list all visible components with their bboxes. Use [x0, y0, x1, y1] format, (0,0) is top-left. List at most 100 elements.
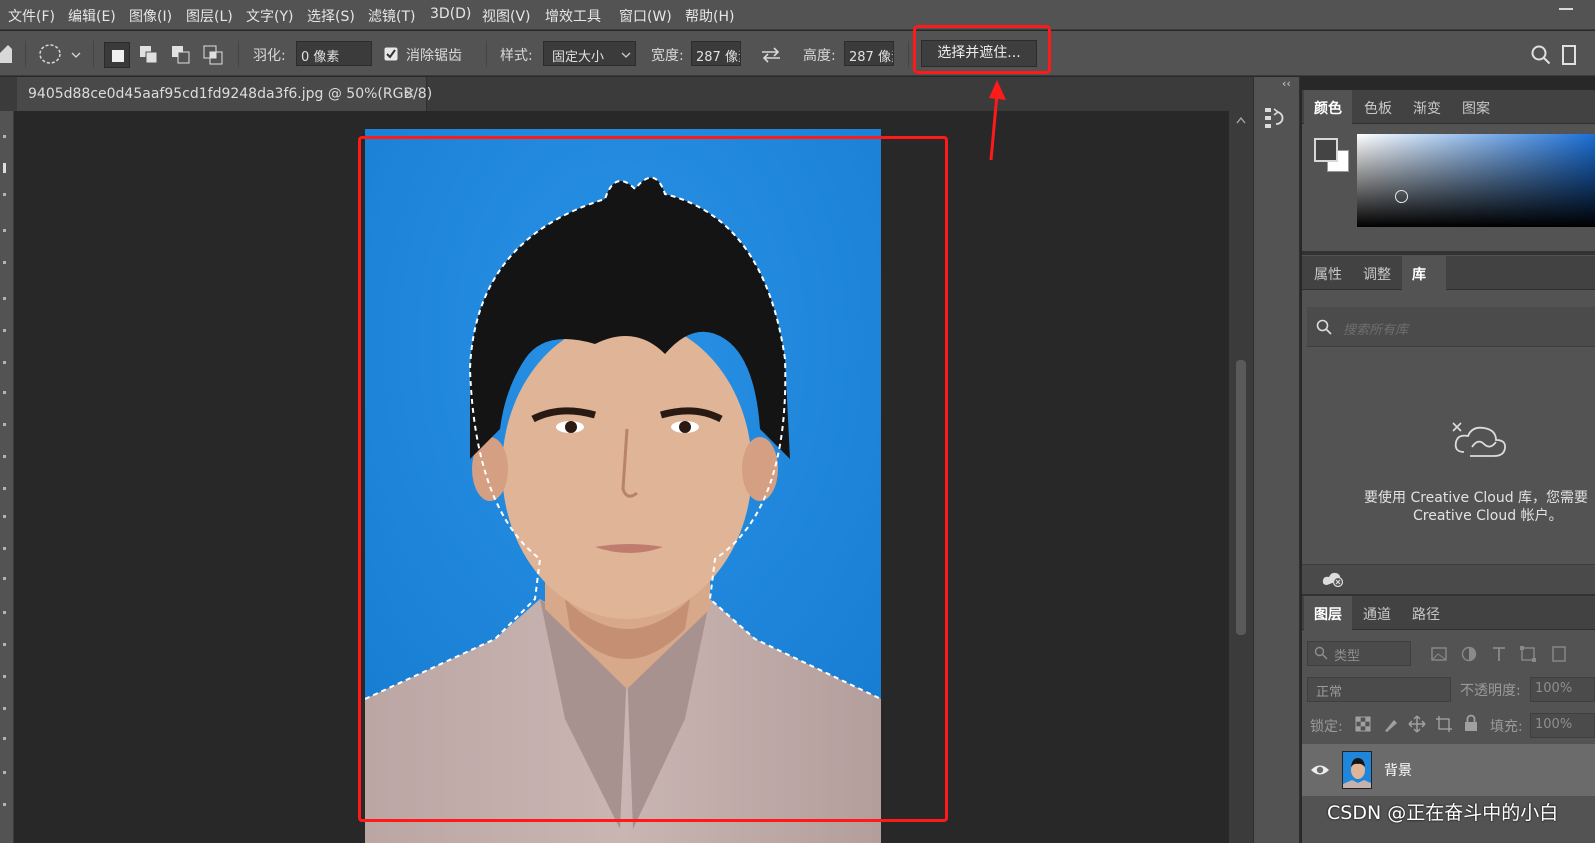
collapse-panels-icon[interactable]: ‹‹ — [1282, 77, 1291, 90]
menu-select[interactable]: 选择(S) — [307, 6, 355, 26]
library-footer — [1302, 564, 1595, 594]
menu-help[interactable]: 帮助(H) — [685, 6, 734, 26]
blend-mode-value: 正常 — [1316, 685, 1343, 700]
home-icon[interactable] — [0, 45, 12, 63]
menu-layer[interactable]: 图层(L) — [186, 6, 233, 26]
lock-all-icon[interactable] — [1462, 714, 1480, 732]
tools-panel — [0, 111, 14, 843]
color-picker-field[interactable] — [1357, 134, 1595, 227]
separator — [238, 41, 239, 67]
shape-filter-icon[interactable] — [1519, 645, 1537, 663]
tab-color[interactable]: 颜色 — [1304, 90, 1352, 124]
tool-indicator[interactable] — [3, 707, 6, 710]
menu-image[interactable]: 图像(I) — [129, 6, 172, 26]
width-label: 宽度: — [651, 48, 684, 64]
document-tab[interactable]: 9405d88ce0d45aaf95cd1fd9248da3f6.jpg @ 5… — [17, 77, 432, 111]
tool-indicator[interactable] — [3, 229, 6, 232]
antialias-checkbox[interactable] — [384, 47, 398, 61]
separator — [93, 41, 94, 67]
ellipse-marquee-tool-icon[interactable] — [38, 43, 86, 65]
new-selection-button[interactable] — [104, 42, 130, 68]
foreground-color-swatch[interactable] — [1314, 138, 1338, 162]
history-panel-icon[interactable] — [1263, 102, 1289, 138]
intersect-selection-button[interactable] — [200, 42, 226, 68]
separator — [908, 41, 909, 67]
width-input[interactable]: 287 像素 — [691, 41, 741, 66]
menu-3d[interactable]: 3D(D) — [430, 6, 471, 22]
tool-indicator[interactable] — [3, 423, 6, 426]
workspace-icon[interactable] — [1562, 45, 1576, 65]
tool-indicator[interactable] — [3, 547, 6, 550]
opacity-input[interactable]: 100% — [1530, 677, 1595, 702]
opacity-label: 不透明度: — [1460, 683, 1521, 699]
search-icon[interactable] — [1531, 45, 1551, 65]
tool-indicator[interactable] — [3, 487, 6, 490]
scrollbar-thumb[interactable] — [1236, 360, 1246, 635]
tool-indicator[interactable] — [3, 675, 6, 678]
color-picker-handle[interactable] — [1395, 190, 1408, 203]
feather-input[interactable]: 0 像素 — [296, 41, 372, 66]
tool-indicator[interactable] — [3, 361, 6, 364]
tool-indicator[interactable] — [3, 515, 6, 518]
tool-indicator[interactable] — [3, 771, 6, 774]
tool-indicator[interactable] — [3, 455, 6, 458]
lock-artboard-icon[interactable] — [1435, 715, 1453, 733]
adjustment-filter-icon[interactable] — [1460, 645, 1478, 663]
subtract-selection-icon — [172, 46, 190, 64]
menu-bar: 文件(F) 编辑(E) 图像(I) 图层(L) 文字(Y) 选择(S) 滤镜(T… — [0, 0, 1595, 30]
document-tab-title: 9405d88ce0d45aaf95cd1fd9248da3f6.jpg @ 5… — [28, 86, 433, 102]
layer-thumbnail-image — [1343, 752, 1371, 788]
menu-file[interactable]: 文件(F) — [8, 6, 55, 26]
tool-indicator[interactable] — [3, 737, 6, 740]
tab-adjustments[interactable]: 调整 — [1353, 256, 1401, 290]
lock-transparent-pixels-icon[interactable] — [1354, 715, 1372, 733]
menu-filter[interactable]: 滤镜(T) — [368, 6, 415, 26]
tab-channels[interactable]: 通道 — [1353, 596, 1401, 630]
tool-indicator[interactable] — [3, 803, 6, 806]
menu-window[interactable]: 窗口(W) — [619, 6, 672, 26]
active-tool-indicator[interactable] — [3, 163, 6, 173]
lock-position-icon[interactable] — [1408, 715, 1426, 733]
library-message-line1: 要使用 Creative Cloud 库，您需要 — [1364, 490, 1589, 506]
layer-name: 背景 — [1384, 763, 1412, 779]
height-input[interactable]: 287 像素 — [844, 41, 894, 66]
image-filter-icon[interactable] — [1430, 645, 1448, 663]
tab-gradients[interactable]: 渐变 — [1403, 90, 1451, 124]
tab-paths[interactable]: 路径 — [1402, 596, 1450, 630]
tab-layers[interactable]: 图层 — [1304, 596, 1352, 630]
minimize-button[interactable] — [1559, 8, 1573, 10]
tab-swatches[interactable]: 色板 — [1354, 90, 1402, 124]
tab-libraries[interactable]: 库 — [1402, 256, 1446, 290]
style-select[interactable]: 固定大小 — [543, 41, 636, 66]
tab-properties[interactable]: 属性 — [1304, 256, 1352, 290]
tool-indicator[interactable] — [3, 611, 6, 614]
menu-plugins[interactable]: 增效工具 — [545, 6, 601, 26]
lock-image-pixels-icon[interactable] — [1382, 715, 1400, 733]
menu-type[interactable]: 文字(Y) — [246, 6, 293, 26]
eye-icon[interactable] — [1310, 762, 1330, 778]
tool-indicator[interactable] — [3, 135, 6, 138]
fill-input[interactable]: 100% — [1530, 713, 1595, 738]
close-tab-icon[interactable]: × — [403, 84, 416, 102]
tool-indicator[interactable] — [3, 261, 6, 264]
red-arrow-annotation — [989, 80, 1006, 161]
blend-mode-select[interactable]: 正常 — [1307, 677, 1451, 702]
smart-object-filter-icon[interactable] — [1549, 645, 1567, 663]
menu-edit[interactable]: 编辑(E) — [68, 6, 116, 26]
cloud-offline-icon[interactable] — [1322, 571, 1344, 587]
tool-indicator[interactable] — [3, 193, 6, 196]
subtract-selection-button[interactable] — [168, 42, 194, 68]
tool-indicator[interactable] — [3, 297, 6, 300]
menu-view[interactable]: 视图(V) — [482, 6, 531, 26]
tool-indicator[interactable] — [3, 391, 6, 394]
separator — [25, 41, 26, 67]
tab-patterns[interactable]: 图案 — [1452, 90, 1500, 124]
tool-indicator[interactable] — [3, 329, 6, 332]
swap-arrows-icon[interactable] — [760, 46, 782, 64]
scroll-up-icon[interactable] — [1236, 116, 1246, 124]
fill-label: 填充: — [1490, 719, 1523, 735]
tool-indicator[interactable] — [3, 577, 6, 580]
text-filter-icon[interactable] — [1490, 645, 1508, 663]
tool-indicator[interactable] — [3, 643, 6, 646]
add-to-selection-button[interactable] — [136, 42, 162, 68]
